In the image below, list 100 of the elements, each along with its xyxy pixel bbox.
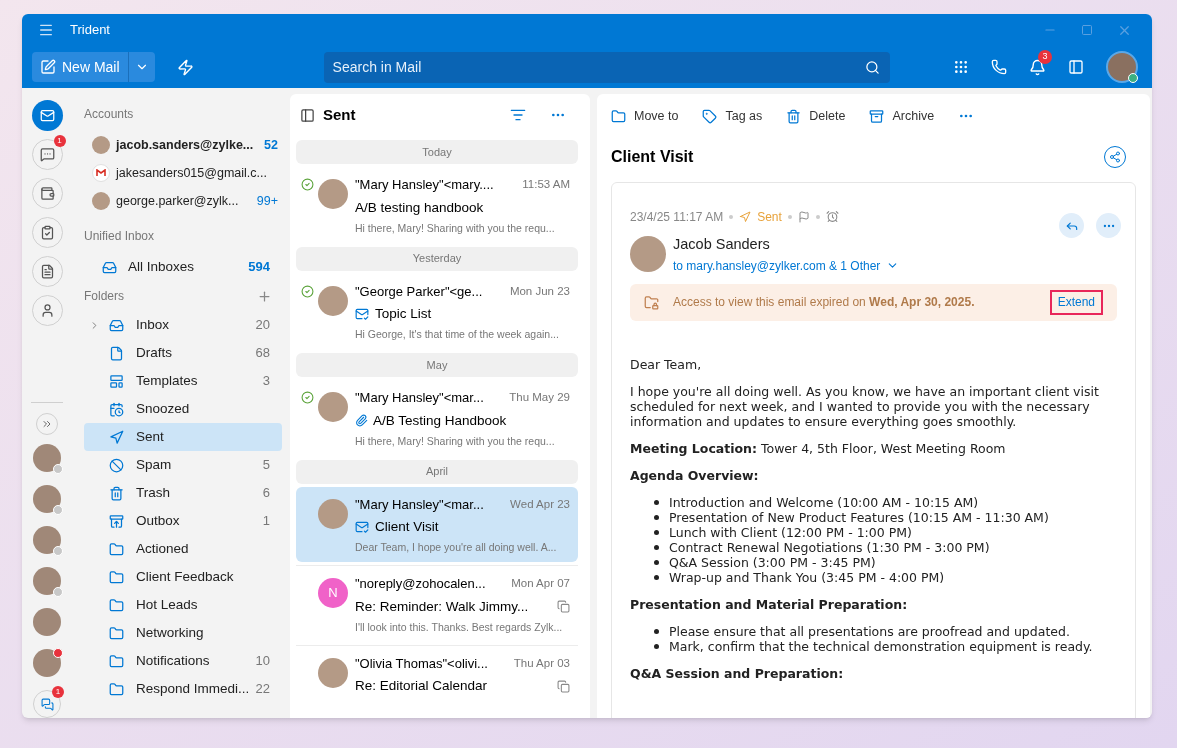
message-preview: Hi there, Mary! Sharing with you the requ... (355, 220, 555, 236)
message-time: Mon Jun 23 (508, 283, 570, 299)
unified-inbox-item[interactable]: All Inboxes 594 (84, 253, 282, 281)
list-title: Sent (323, 104, 356, 125)
folder-count: 20 (255, 316, 270, 335)
collapse-panel-icon[interactable] (300, 107, 315, 123)
folder-item[interactable]: Notifications 10 (84, 647, 282, 675)
rail-button[interactable] (31, 100, 63, 131)
date-group-header: Yesterday (296, 246, 578, 271)
folder-item[interactable]: Drafts 68 (84, 339, 282, 367)
bullet-icon (654, 628, 659, 634)
reply-button[interactable] (1059, 213, 1084, 238)
folder-item[interactable]: Actioned (84, 535, 282, 563)
search-icon[interactable] (864, 59, 880, 75)
avatar (92, 192, 110, 210)
folder-icon (611, 108, 626, 124)
avatar (318, 179, 348, 209)
phone-icon[interactable] (991, 59, 1007, 75)
contact-avatar[interactable] (33, 444, 61, 472)
folder-item[interactable]: Hot Leads (84, 591, 282, 619)
lock-icon (644, 294, 659, 310)
folder-item[interactable]: Networking (84, 619, 282, 647)
date-group-header: April (296, 459, 578, 484)
folder-label: Client Feedback (136, 567, 234, 586)
folder-label: All Inboxes (128, 257, 195, 276)
contact-avatar[interactable] (33, 649, 61, 677)
message-item[interactable]: "George Parker"<ge... Mon Jun 23 Topic List Hi George, It's that time of the week again... (296, 273, 578, 349)
inbox-icon (102, 259, 117, 275)
contact-avatar[interactable] (33, 567, 61, 595)
contact-avatar[interactable] (33, 608, 61, 636)
toolbar-button[interactable]: Move to (611, 106, 679, 126)
bullet-icon (654, 574, 659, 580)
paperclip-icon (355, 414, 368, 428)
message-item[interactable]: "Mary Hansley"<mary.... 11:53 AM A/B testing handbook Hi there, Mary! Sharing with you the requ... (296, 167, 578, 243)
menu-icon[interactable] (38, 22, 54, 38)
folder-item[interactable]: Spam 5 (84, 451, 282, 479)
message-subject: A/B testing handbook (355, 198, 484, 217)
trash-icon (109, 485, 124, 501)
message-time: Mon Apr 07 (510, 576, 570, 592)
message-preview: I'll look into this. Thanks. Best regards Zylk... (355, 619, 563, 635)
message-preview: Hi George, It's that time of the week again... (355, 327, 559, 343)
bullet-icon (654, 529, 659, 535)
template-icon (109, 373, 124, 389)
compose-icon (40, 59, 56, 75)
avatar (318, 657, 348, 688)
tag-icon (702, 108, 718, 124)
new-mail-button[interactable]: New Mail (32, 52, 155, 82)
folder-item[interactable]: Sent (84, 423, 282, 451)
chat-icon (40, 697, 54, 711)
body-paragraph: I hope you're all doing well. As you know, we have an important client visit scheduled for next week, and I wanted to provide you with the necessary information and updates to ensure everything goes smoothly. (630, 383, 1100, 429)
delivered-check-icon (300, 391, 314, 404)
folder-item[interactable]: Respond Immedi... 22 (84, 675, 282, 703)
folder-item[interactable]: Inbox 20 (84, 311, 282, 339)
body-heading: Agenda Overview: (630, 467, 760, 483)
message-item[interactable]: "Mary Hansley"<mar... Thu May 29 A/B Testing Handbook Hi there, Mary! Sharing with you the requ... (296, 380, 578, 456)
account-item[interactable]: george.parker@zylk... 99+ (84, 187, 282, 215)
bell-icon[interactable] (1029, 58, 1046, 76)
archive-icon (869, 108, 885, 124)
delivered-check-icon (300, 284, 314, 298)
secure-mail-icon (355, 520, 369, 535)
folder-item[interactable]: Outbox 1 (84, 507, 282, 535)
folder-count: 22 (255, 680, 270, 699)
account-email: jakesanders015@gmail.c... (116, 164, 267, 182)
calendar-clock-icon (109, 401, 124, 417)
delivered-check-icon (300, 178, 314, 191)
account-item[interactable]: jakesanders015@gmail.c... (84, 159, 282, 187)
folder-item[interactable]: Snoozed (84, 395, 282, 423)
folder-item[interactable]: Trash 6 (84, 479, 282, 507)
filter-icon[interactable] (510, 107, 526, 123)
date-group-header: May (296, 353, 578, 377)
recipients-link[interactable]: to mary.hansley@zylker.com & 1 Other (673, 256, 881, 275)
search-field[interactable]: Search in Mail (323, 51, 890, 83)
folder-icon (109, 569, 124, 585)
dialpad-icon[interactable] (953, 59, 969, 75)
contact-avatar[interactable] (33, 526, 61, 554)
message-item[interactable]: "Olivia Thomas"<olivi... Thu Apr 03 Re: Editorial Calendar (296, 644, 578, 703)
extend-button[interactable]: Extend (1049, 289, 1103, 315)
account-item[interactable]: jacob.sanders@zylke... 52 (84, 131, 282, 159)
folder-item[interactable]: Client Feedback (84, 563, 282, 591)
toolbar-button[interactable]: Delete (786, 106, 846, 126)
message-item[interactable]: "Mary Hansley"<mar... Wed Apr 23 Client Visit Dear Team, I hope you're all doing well. A... (296, 486, 578, 562)
letter-avatar: N (318, 578, 348, 608)
contact-avatar[interactable] (33, 485, 61, 513)
sender-name: "Mary Hansley"<mary.... (355, 176, 494, 194)
toolbar-button[interactable]: Archive (869, 106, 935, 126)
folder-count: 68 (255, 344, 270, 363)
flag-icon[interactable] (797, 210, 810, 223)
alarm-clock-icon[interactable] (825, 210, 839, 223)
add-icon[interactable] (257, 288, 272, 304)
toolbar-button[interactable]: Tag as (702, 106, 763, 126)
lightning-icon[interactable] (176, 58, 194, 76)
section-heading: Unified Inbox (84, 228, 156, 245)
panel-icon[interactable] (1068, 59, 1084, 75)
folder-item[interactable]: Templates 3 (84, 367, 282, 395)
profile-avatar[interactable] (1106, 51, 1138, 83)
message-item[interactable]: N "noreply@zohocalen... Mon Apr 07 Re: Reminder: Walk Jimmy... I'll look into this. Thanks. Best regards Zylk... (296, 565, 578, 642)
list-item: Wrap-up and Thank You (3:45 PM - 4:00 PM) (669, 569, 945, 585)
bullet-icon (654, 559, 659, 565)
notification-badge: 3 (1038, 49, 1052, 64)
message-subject: A/B Testing Handbook (373, 411, 507, 430)
